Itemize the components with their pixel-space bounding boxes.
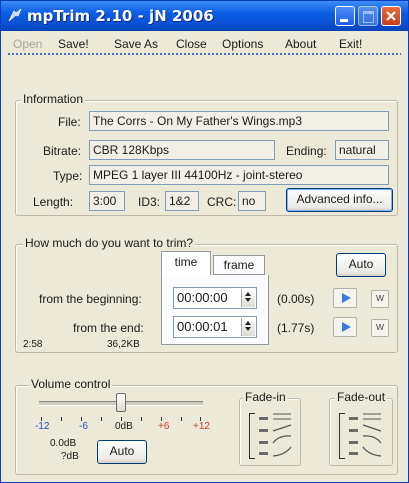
- menu-about[interactable]: About: [285, 37, 316, 51]
- scale-plus-12: +12: [193, 421, 210, 432]
- fade-in-option-icon: [259, 429, 268, 432]
- fade-out-option-icon: [349, 441, 358, 444]
- w-end-button[interactable]: w: [371, 319, 389, 337]
- window-title: mpTrim 2.10 - jN 2006: [27, 7, 214, 25]
- menu-options[interactable]: Options: [222, 37, 263, 51]
- length-field[interactable]: 3:00: [89, 191, 125, 211]
- fade-in-option-icon: [259, 441, 268, 444]
- information-group-title: Information: [21, 92, 86, 106]
- peak-readout: ?dB: [61, 451, 79, 462]
- slider-tick: [101, 417, 102, 421]
- scale-minus-6: -6: [79, 421, 88, 432]
- trim-group-title: How much do you want to trim?: [23, 236, 196, 250]
- beginning-label: from the beginning:: [39, 292, 142, 306]
- menu-save[interactable]: Save!: [58, 37, 89, 51]
- remaining-size: 36,2KB: [107, 339, 140, 350]
- scale-plus-6: +6: [158, 421, 170, 432]
- fade-in-curves-icon: [272, 413, 292, 457]
- ending-label: Ending:: [286, 144, 327, 158]
- minimize-button[interactable]: [335, 6, 355, 26]
- play-end-button[interactable]: [333, 317, 357, 337]
- end-seconds: (1.77s): [277, 321, 315, 335]
- volume-auto-button[interactable]: Auto: [97, 440, 147, 464]
- maximize-icon: [363, 11, 374, 23]
- w-beginning-button[interactable]: w: [371, 290, 389, 308]
- length-label: Length:: [33, 195, 74, 209]
- app-window: mpTrim 2.10 - jN 2006 Open Save! Save As…: [0, 0, 409, 483]
- file-field[interactable]: The Corrs - On My Father's Wings.mp3: [89, 111, 389, 131]
- volume-slider[interactable]: [39, 393, 203, 423]
- volume-group-title: Volume control: [29, 377, 113, 391]
- end-spinner[interactable]: [241, 318, 255, 336]
- fade-in-selector[interactable]: [249, 411, 295, 459]
- menu-bar: Open Save! Save As Close Options About E…: [1, 31, 408, 53]
- title-bar[interactable]: mpTrim 2.10 - jN 2006: [1, 1, 408, 31]
- beginning-seconds: (0.00s): [277, 292, 315, 306]
- progress-strip: [7, 52, 401, 56]
- fade-out-option-icon: [349, 452, 358, 455]
- slider-tick: [181, 417, 182, 421]
- fade-out-selector[interactable]: [339, 411, 385, 459]
- id3-label: ID3:: [138, 195, 161, 209]
- file-label: File:: [58, 115, 81, 129]
- beginning-spinner[interactable]: [241, 289, 255, 307]
- crc-label: CRC:: [207, 195, 237, 209]
- close-window-button[interactable]: [381, 6, 401, 26]
- slider-thumb[interactable]: [116, 393, 126, 412]
- ending-field[interactable]: natural: [335, 140, 389, 160]
- maximize-button: [358, 6, 378, 26]
- menu-save-as[interactable]: Save As: [114, 37, 158, 51]
- slider-tick: [141, 417, 142, 421]
- menu-open: Open: [13, 37, 43, 51]
- type-field[interactable]: MPEG 1 layer III 44100Hz - joint-stereo: [89, 165, 389, 185]
- end-label: from the end:: [73, 321, 144, 335]
- fade-in-label: Fade-in: [243, 390, 288, 404]
- trim-auto-button[interactable]: Auto: [336, 253, 386, 277]
- type-label: Type:: [53, 169, 83, 183]
- fade-out-option-icon: [349, 417, 358, 420]
- menu-close[interactable]: Close: [176, 37, 207, 51]
- bitrate-field[interactable]: CBR 128Kbps: [89, 140, 275, 160]
- id3-field[interactable]: 1&2: [165, 191, 199, 211]
- fade-bracket: [339, 413, 345, 459]
- tab-time[interactable]: time: [161, 251, 211, 275]
- minimize-icon: [340, 19, 348, 22]
- advanced-info-button[interactable]: Advanced info...: [286, 188, 393, 212]
- fade-out-label: Fade-out: [335, 390, 388, 404]
- scale-minus-12: -12: [35, 421, 50, 432]
- fade-out-option-icon: [349, 429, 358, 432]
- tab-frame[interactable]: frame: [213, 255, 265, 275]
- slider-tick: [61, 417, 62, 421]
- fade-in-option-icon: [259, 452, 268, 455]
- fade-bracket: [249, 413, 255, 459]
- scale-zero: 0dB: [115, 421, 133, 432]
- gain-readout: 0.0dB: [50, 438, 77, 449]
- spinner-arrows-icon: [245, 292, 251, 302]
- remaining-duration: 2:58: [23, 339, 43, 350]
- menu-exit[interactable]: Exit!: [339, 37, 362, 51]
- play-beginning-button[interactable]: [333, 288, 357, 308]
- crc-field[interactable]: no: [238, 191, 266, 211]
- spinner-arrows-icon: [245, 321, 251, 331]
- close-icon: [386, 11, 396, 21]
- app-icon: [8, 8, 22, 22]
- fade-in-option-icon: [259, 417, 268, 420]
- bitrate-label: Bitrate:: [43, 144, 82, 158]
- fade-out-curves-icon: [362, 413, 382, 457]
